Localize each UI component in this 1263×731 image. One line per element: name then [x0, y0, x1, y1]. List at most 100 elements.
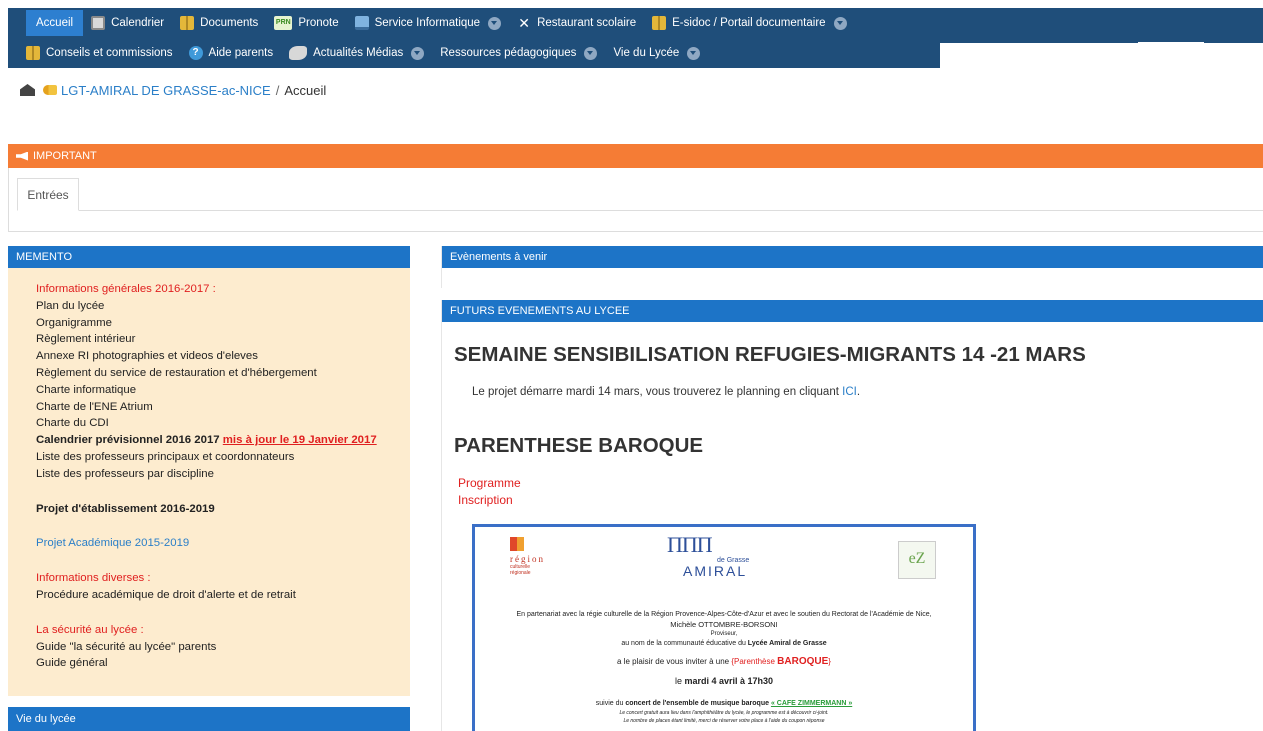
memento-link-charte-ene[interactable]: Charte de l'ENE Atrium: [36, 399, 410, 416]
nav-row-1: Accueil Calendrier Documents PRN Pronote …: [8, 8, 940, 38]
invitation-date: le mardi 4 avril à 17h30: [475, 677, 973, 686]
nav-actualites-label: Actualités Médias: [313, 47, 404, 59]
calendrier-update-note[interactable]: mis à jour le 19 Janvier 2017: [223, 434, 377, 446]
memento-link-procedure[interactable]: Procédure académique de droit d'alerte e…: [36, 587, 410, 604]
memento-link-organigramme[interactable]: Organigramme: [36, 315, 410, 332]
baroque-word: BAROQUE: [777, 656, 829, 667]
memento-title: MEMENTO: [16, 251, 73, 263]
memento-header: MEMENTO: [8, 246, 410, 268]
key-icon: [43, 85, 57, 95]
lycee-logo-amiral: AMIRAL: [683, 563, 748, 579]
memento-link-projet-academique[interactable]: Projet Académique 2015-2019: [36, 535, 410, 552]
concert-prefix: suivie du: [595, 700, 626, 707]
memento-link-calendrier[interactable]: Calendrier prévisionnel 2016 2017 mis à …: [36, 432, 410, 449]
chevron-down-icon[interactable]: [488, 16, 502, 30]
memento-link-plan[interactable]: Plan du lycée: [36, 298, 410, 315]
megaphone-icon: [16, 151, 28, 161]
nav-restaurant-scolaire[interactable]: ✕ Restaurant scolaire: [509, 10, 644, 36]
memento-section-infos-generales: Informations générales 2016-2017 :: [36, 283, 216, 295]
article-paragraph: Le projet démarre mardi 14 mars, vous tr…: [472, 386, 860, 398]
breadcrumb-current: Accueil: [284, 82, 327, 98]
region-logo-mark: [510, 537, 524, 551]
nav-aide-parents-label: Aide parents: [208, 47, 274, 59]
article-title-baroque: PARENTHESE BAROQUE: [454, 434, 704, 457]
invite-text: a le plaisir de vous inviter à une: [617, 657, 732, 666]
invitation-note-2: Le nombre de places étant limité, merci …: [623, 718, 825, 724]
books-icon: [180, 16, 195, 30]
nav-vie-lycee-label: Vie du Lycée: [613, 47, 680, 59]
chevron-down-icon[interactable]: [833, 16, 847, 30]
memento-link-profs-discipline[interactable]: Liste des professeurs par discipline: [36, 466, 410, 483]
inscription-link[interactable]: Inscription: [458, 493, 513, 507]
nav-calendrier[interactable]: Calendrier: [83, 10, 172, 36]
memento-link-reglement[interactable]: Règlement intérieur: [36, 331, 410, 348]
nav-actualites-medias[interactable]: Actualités Médias: [281, 40, 432, 66]
futurs-title: FUTURS EVENEMENTS AU LYCEE: [450, 305, 630, 317]
home-icon[interactable]: [20, 84, 35, 96]
invitation-partnership: En partenariat avec la régie culturelle …: [516, 611, 932, 618]
chevron-down-icon[interactable]: [584, 46, 598, 60]
memento-link-reglement-restauration[interactable]: Règlement du service de restauration et …: [36, 365, 410, 382]
pronote-icon: PRN: [274, 16, 293, 30]
events-header: Evènements à venir: [442, 246, 1263, 268]
breadcrumb-site-link[interactable]: LGT-AMIRAL DE GRASSE-ac-NICE: [61, 83, 271, 98]
community-lycee: Lycée Amiral de Grasse: [747, 640, 827, 647]
invitation-community: au nom de la communauté éducative du Lyc…: [475, 639, 973, 648]
memento-link-charte-informatique[interactable]: Charte informatique: [36, 382, 410, 399]
events-panel: Evènements à venir: [441, 246, 1263, 288]
tab-entrees[interactable]: Entrées: [17, 178, 79, 211]
paragraph-text: Le projet démarre mardi 14 mars, vous tr…: [472, 386, 843, 398]
invitation-proviseur-title: Proviseur,: [710, 631, 738, 637]
nav-vie-du-lycee[interactable]: Vie du Lycée: [605, 40, 708, 66]
memento-link-annexe-ri[interactable]: Annexe RI photographies et videos d'elev…: [36, 348, 410, 365]
tab-divider: [79, 210, 1263, 211]
chevron-down-icon[interactable]: [687, 46, 701, 60]
nav-pronote-label: Pronote: [298, 17, 339, 29]
paragraph-end: .: [856, 386, 861, 398]
ici-link[interactable]: ICI: [842, 386, 857, 398]
memento-section-infos-diverses: Informations diverses :: [36, 572, 151, 585]
nav-accueil[interactable]: Accueil: [26, 10, 84, 36]
nav-documents-label: Documents: [200, 17, 259, 29]
vie-lycee-title: Vie du lycée: [16, 713, 76, 725]
community-text: au nom de la communauté éducative du: [621, 640, 748, 647]
parenthese-word: Parenthèse: [734, 657, 778, 666]
lycee-logo: ΠΠΠ de Grasse AMIRAL: [655, 533, 775, 597]
books-icon: [652, 16, 667, 30]
nav-conseils-commissions[interactable]: Conseils et commissions: [18, 40, 181, 66]
date-value: mardi 4 avril à 17h30: [684, 676, 774, 686]
calendar-icon: [91, 16, 106, 30]
nav-pronote[interactable]: PRN Pronote: [266, 10, 346, 36]
memento-link-charte-cdi[interactable]: Charte du CDI: [36, 415, 410, 432]
memento-panel: MEMENTO Informations générales 2016-2017…: [8, 246, 410, 696]
monitor-icon: [354, 16, 369, 30]
region-logo-text: région: [510, 554, 545, 564]
main-navbar: Accueil Calendrier Documents PRN Pronote …: [8, 8, 940, 68]
nav-ressources-pedagogiques[interactable]: Ressources pédagogiques: [432, 40, 605, 66]
memento-link-guide-general[interactable]: Guide général: [36, 655, 410, 672]
events-title: Evènements à venir: [450, 251, 548, 263]
futurs-header: FUTURS EVENEMENTS AU LYCEE: [442, 300, 1263, 322]
invitation-proviseur-name: Michèle OTTOMBRE-BORSONI: [670, 620, 778, 629]
nav-aide-parents[interactable]: ? Aide parents: [181, 40, 282, 66]
programme-link[interactable]: Programme: [458, 476, 521, 490]
nav-calendrier-label: Calendrier: [111, 17, 165, 29]
memento-link-projet-etablissement[interactable]: Projet d'établissement 2016-2019: [36, 501, 410, 518]
tab-entrees-label: Entrées: [27, 187, 69, 202]
chevron-down-icon[interactable]: [411, 46, 425, 60]
nav-row-2: Conseils et commissions ? Aide parents Ac…: [8, 38, 940, 68]
region-logo: région culturelle régionale: [510, 537, 546, 579]
region-logo-sub2: régionale: [510, 570, 531, 576]
invitation-image: région culturelle régionale ΠΠΠ de Grass…: [472, 524, 976, 731]
nav-esidoc[interactable]: E-sidoc / Portail documentaire: [644, 10, 854, 36]
navbar-extension: [940, 8, 1263, 43]
nav-documents[interactable]: Documents: [172, 10, 266, 36]
nav-service-informatique[interactable]: Service Informatique: [347, 10, 509, 36]
invitation-invite: a le plaisir de vous inviter à une {Pare…: [475, 656, 973, 667]
memento-link-guide-parents[interactable]: Guide "la sécurité au lycée" parents: [36, 639, 410, 656]
concert-ensemble: concert de l'ensemble de musique baroque: [625, 700, 769, 707]
memento-link-profs-principaux[interactable]: Liste des professeurs principaux et coor…: [36, 449, 410, 466]
calendrier-label: Calendrier prévisionnel 2016 2017: [36, 434, 220, 447]
breadcrumb: LGT-AMIRAL DE GRASSE-ac-NICE / Accueil: [20, 80, 326, 100]
memento-section-securite: La sécurité au lycée :: [36, 623, 144, 636]
